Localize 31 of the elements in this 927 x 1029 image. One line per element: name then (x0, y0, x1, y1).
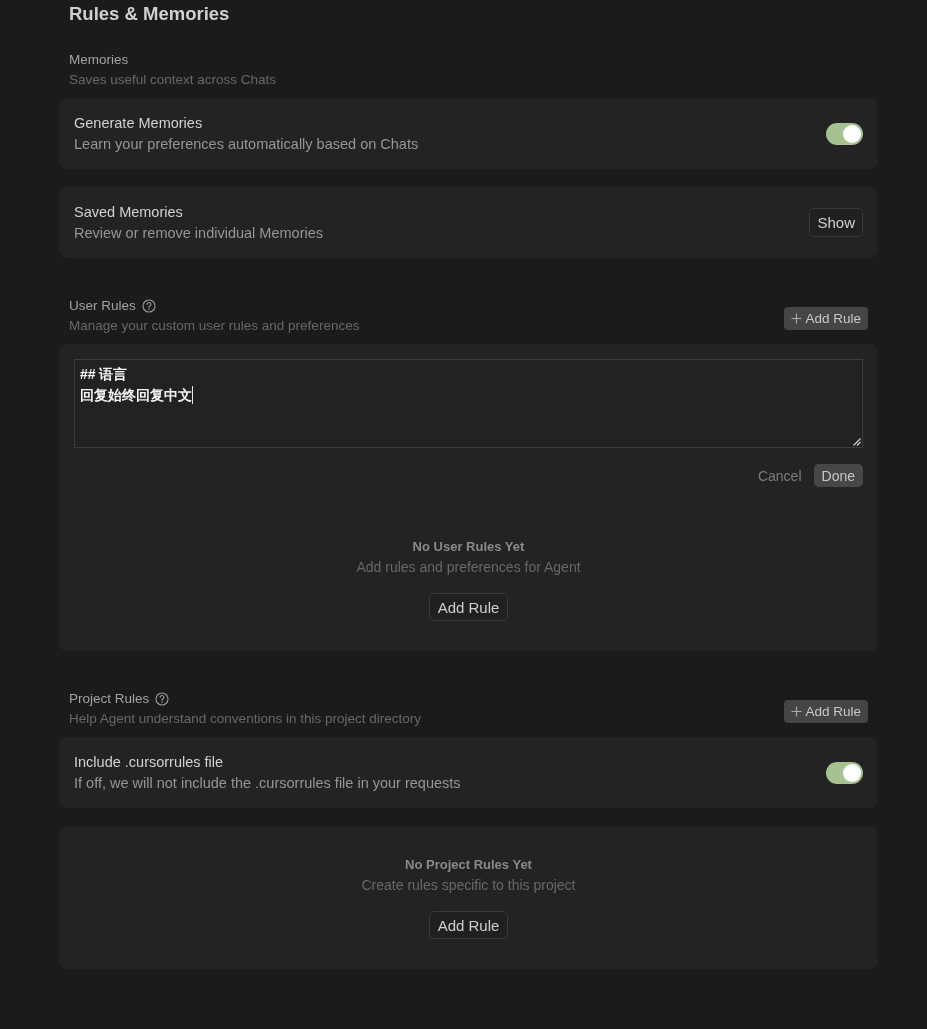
page-title: Rules & Memories (68, 2, 230, 26)
add-rule-button[interactable]: Add Rule (428, 911, 509, 939)
setting-title: Generate Memories (74, 114, 204, 133)
empty-state-title: No User Rules Yet (412, 538, 525, 556)
setting-description: If off, we will not include the .cursorrules file in your requests (74, 774, 462, 793)
plus-icon (791, 706, 803, 717)
empty-state-text: Create rules specific to this project (361, 876, 576, 895)
section-label: Memories (69, 51, 129, 69)
done-button[interactable]: Done (813, 464, 863, 487)
section-label: User Rules (69, 297, 136, 315)
toggle-switch[interactable] (826, 122, 863, 145)
show-button[interactable]: Show (809, 208, 863, 237)
add-rule-button[interactable]: Add Rule (784, 700, 868, 723)
resize-handle-icon (852, 437, 861, 446)
add-rule-button[interactable]: Add Rule (428, 593, 509, 621)
empty-state-text: Add rules and preferences for Agent (356, 558, 581, 577)
setting-description: Review or remove individual Memories (74, 224, 324, 243)
cancel-button[interactable]: Cancel (757, 464, 802, 487)
setting-title: Saved Memories (74, 203, 184, 222)
toggle-switch[interactable] (826, 761, 863, 784)
plus-icon (791, 313, 803, 324)
rule-input-field[interactable]: ## 语言 回复始终回复中文 (74, 359, 863, 448)
add-rule-button[interactable]: Add Rule (784, 307, 868, 330)
section-description: Manage your custom user rules and preferences (69, 317, 361, 335)
section-description: Help Agent understand conventions in this project directory (69, 710, 422, 728)
text-cursor-icon (192, 386, 193, 404)
section-description: Saves useful context across Chats (69, 71, 278, 89)
setting-title: Include .cursorrules file (74, 753, 225, 772)
setting-description: Learn your preferences automatically based on Chats (74, 135, 420, 154)
empty-state-title: No Project Rules Yet (405, 856, 532, 874)
section-label: Project Rules (69, 690, 150, 708)
